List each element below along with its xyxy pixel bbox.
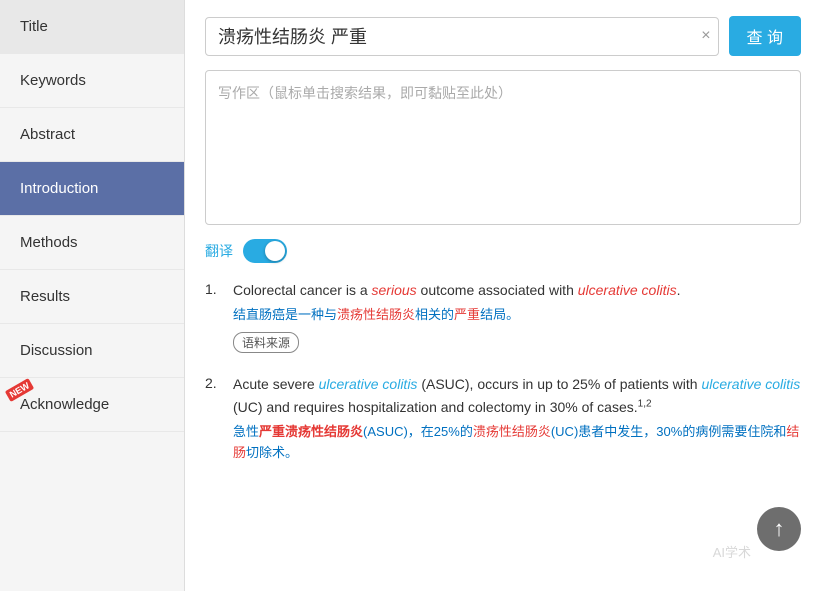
highlight-uc3: ulcerative colitis	[701, 376, 800, 392]
translate-toggle[interactable]	[243, 239, 287, 263]
cn-pct: 30%	[656, 424, 682, 439]
sidebar-item-keywords[interactable]: Keywords	[0, 54, 184, 108]
result-content: Acute severe ulcerative colitis (ASUC), …	[233, 373, 801, 469]
sidebar-item-discussion[interactable]: Discussion	[0, 324, 184, 378]
search-input[interactable]	[205, 17, 719, 56]
cn-highlight-serious: 严重	[454, 307, 480, 322]
main-content: × 查 询 写作区（鼠标单击搜索结果，即可黏贴至此处） 翻译 1. Colore…	[185, 0, 821, 591]
result-content: Colorectal cancer is a serious outcome a…	[233, 279, 801, 353]
writing-area[interactable]: 写作区（鼠标单击搜索结果，即可黏贴至此处）	[205, 70, 801, 225]
result-cn-text[interactable]: 结直肠癌是一种与溃疡性结肠炎相关的严重结局。	[233, 305, 801, 326]
source-badge[interactable]: 语料来源	[233, 332, 299, 353]
result-number: 1.	[205, 279, 223, 297]
result-number: 2.	[205, 373, 223, 391]
results-list: 1. Colorectal cancer is a serious outcom…	[205, 279, 801, 470]
result-item: 2. Acute severe ulcerative colitis (ASUC…	[205, 373, 801, 469]
sidebar-item-label: Acknowledge	[20, 396, 109, 413]
sidebar-item-label: Abstract	[20, 126, 75, 143]
result-item: 1. Colorectal cancer is a serious outcom…	[205, 279, 801, 353]
sidebar-item-methods[interactable]: Methods	[0, 216, 184, 270]
sidebar-item-acknowledge[interactable]: NEW Acknowledge	[0, 378, 184, 432]
translate-label: 翻译	[205, 241, 233, 261]
sidebar-item-label: Introduction	[20, 180, 98, 197]
result-en-text[interactable]: Colorectal cancer is a serious outcome a…	[233, 279, 801, 301]
query-button[interactable]: 查 询	[729, 16, 801, 56]
scroll-up-icon: ↑	[774, 516, 785, 542]
sidebar: Title Keywords Abstract Introduction Met…	[0, 0, 185, 591]
search-input-wrap: ×	[205, 17, 719, 56]
writing-placeholder: 写作区（鼠标单击搜索结果，即可黏贴至此处）	[218, 85, 512, 101]
translate-row: 翻译	[205, 239, 801, 263]
sidebar-item-label: Methods	[20, 234, 78, 251]
sidebar-item-label: Results	[20, 288, 70, 305]
scroll-up-button[interactable]: ↑	[757, 507, 801, 551]
sidebar-item-title[interactable]: Title	[0, 0, 184, 54]
cn-highlight-uc2: 溃疡性结肠炎	[473, 424, 551, 439]
cn-highlight-asuc: 严重溃疡性结肠炎	[259, 424, 363, 439]
sidebar-item-abstract[interactable]: Abstract	[0, 108, 184, 162]
search-bar: × 查 询	[205, 16, 801, 56]
cn-highlight-uc: 溃疡性结肠炎	[337, 307, 415, 322]
highlight-serious: serious	[372, 282, 417, 298]
sidebar-item-introduction[interactable]: Introduction	[0, 162, 184, 216]
result-cn-text[interactable]: 急性严重溃疡性结肠炎(ASUC)，在25%的溃疡性结肠炎(UC)患者中发生，30…	[233, 422, 801, 464]
result-en-text[interactable]: Acute severe ulcerative colitis (ASUC), …	[233, 373, 801, 418]
sidebar-item-label: Discussion	[20, 342, 93, 359]
clear-icon: ×	[701, 27, 710, 44]
highlight-uc2: ulcerative colitis	[319, 376, 418, 392]
sidebar-item-label: Title	[20, 18, 48, 35]
highlight-uc1: ulcerative colitis	[578, 282, 677, 298]
sidebar-item-label: Keywords	[20, 72, 86, 89]
clear-button[interactable]: ×	[701, 28, 710, 44]
sidebar-item-results[interactable]: Results	[0, 270, 184, 324]
